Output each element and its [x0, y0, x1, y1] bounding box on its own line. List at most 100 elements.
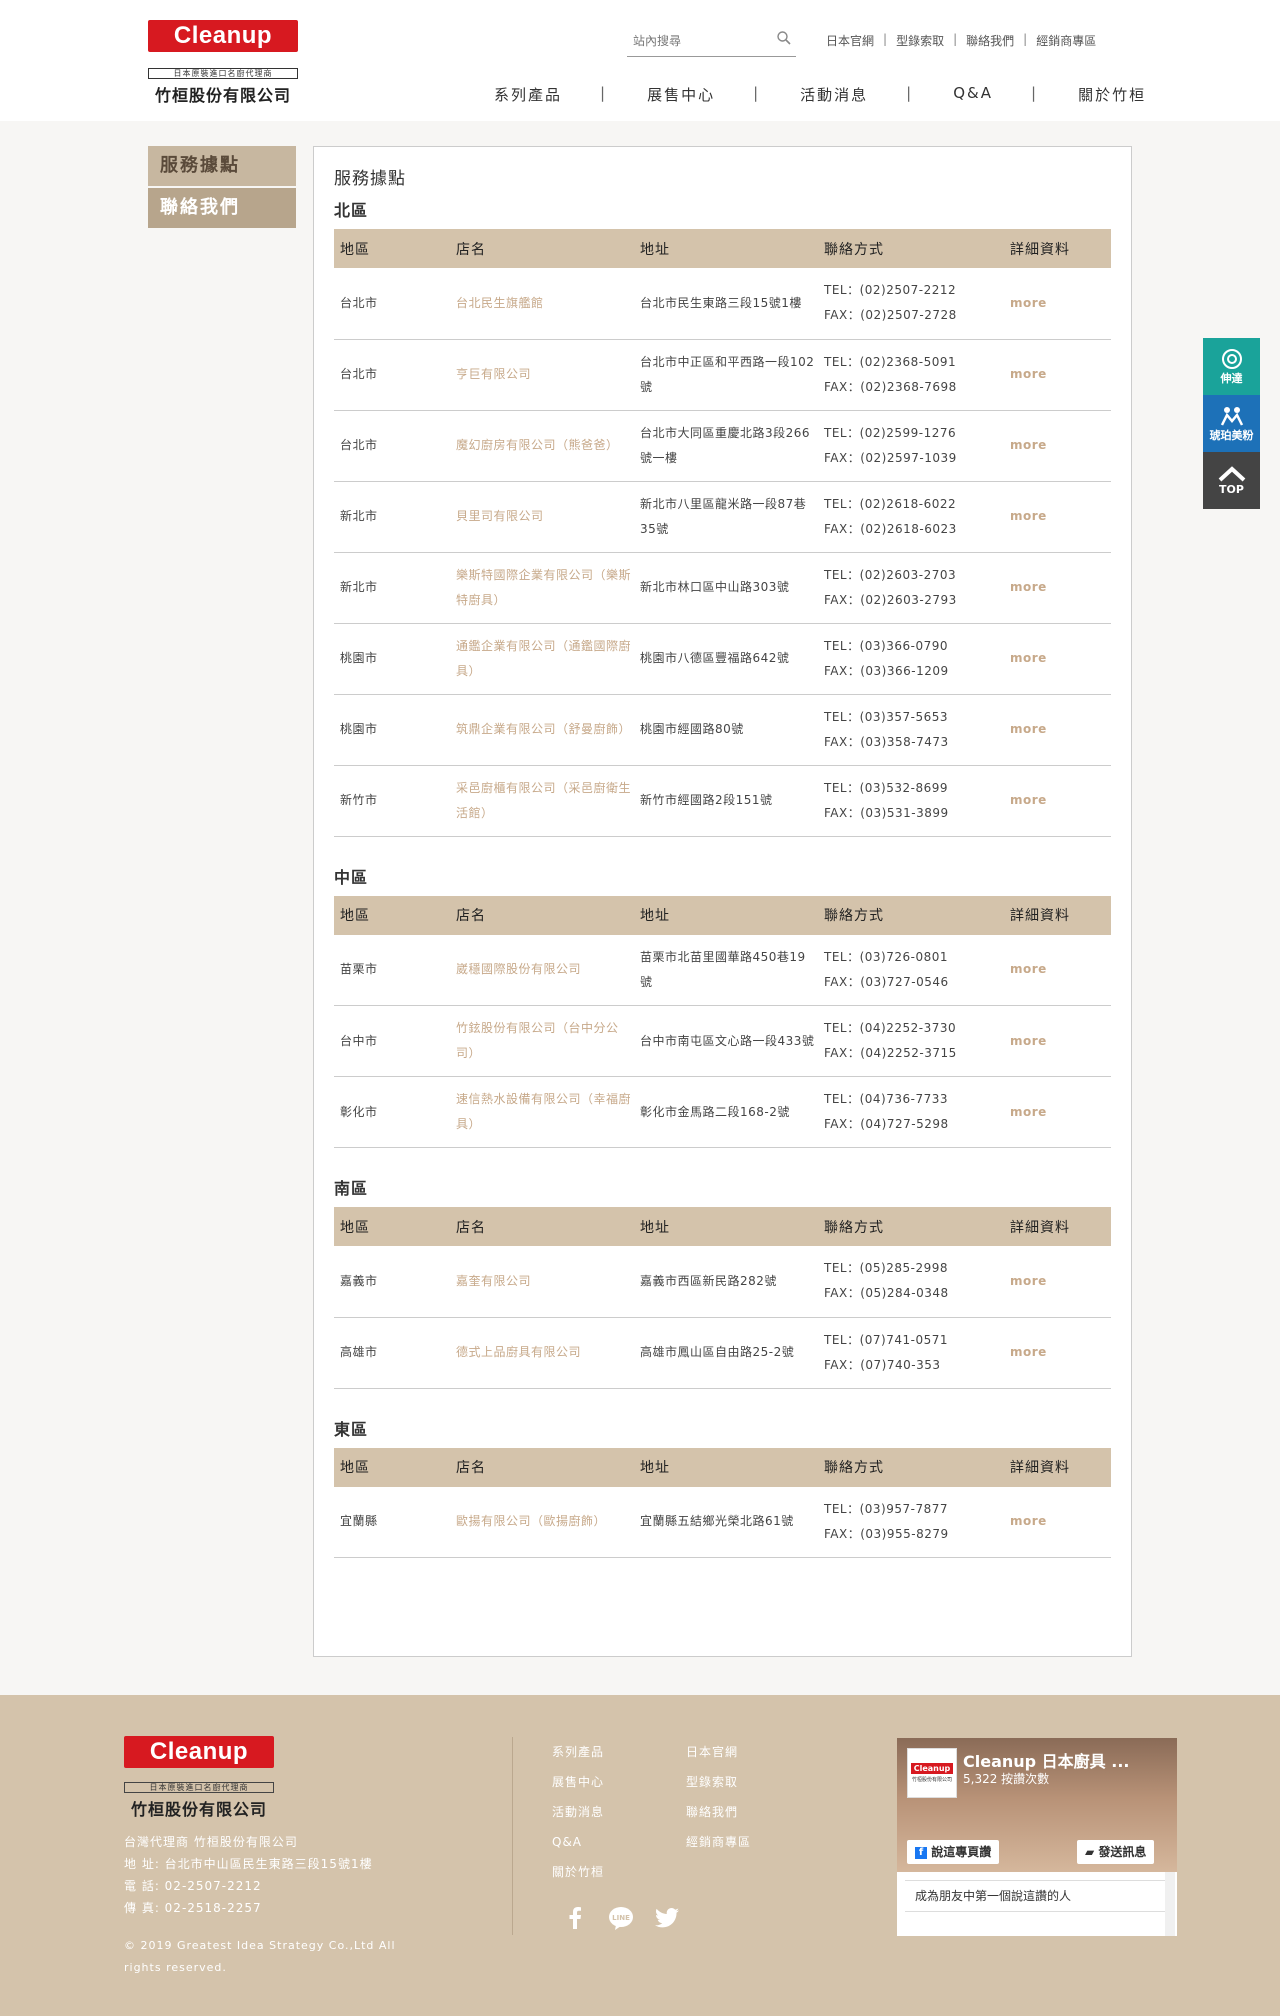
footer-link-events[interactable]: 活動消息	[552, 1797, 604, 1827]
sidemenu-service-points[interactable]: 服務據點	[148, 146, 296, 186]
region-title: 東區	[334, 1419, 369, 1439]
cell-area: 台北市	[334, 410, 450, 482]
cell-shop-link[interactable]: 魔幻廚房有限公司（熊爸爸）	[450, 410, 634, 482]
toplink-japan-site[interactable]: 日本官網	[826, 32, 874, 49]
more-link[interactable]: more	[1004, 1246, 1111, 1318]
cell-shop-link[interactable]: 亨巨有限公司	[450, 339, 634, 411]
separator: |	[753, 84, 761, 102]
more-link[interactable]: more	[1004, 410, 1111, 482]
footer-link-qa[interactable]: Q&A	[552, 1827, 604, 1857]
more-link[interactable]: more	[1004, 1486, 1111, 1558]
fb-like-button[interactable]: f 說這專頁讚	[907, 1840, 1000, 1864]
nav-products[interactable]: 系列產品	[494, 84, 562, 105]
nav-showroom[interactable]: 展售中心	[647, 84, 715, 105]
cell-shop-link[interactable]: 速信熱水設備有限公司（幸福廚具）	[450, 1076, 634, 1148]
cell-contact: TEL：(03)357-5653 FAX：(03)358-7473	[818, 694, 1004, 766]
twitter-icon[interactable]	[654, 1905, 680, 1931]
footer-link-about[interactable]: 關於竹桓	[552, 1857, 604, 1887]
back-to-top-button[interactable]: TOP	[1203, 452, 1260, 509]
floater-amber[interactable]: 琥珀美粉	[1203, 395, 1260, 452]
footer-copyright: © 2019 Greatest Idea Strategy Co.,Ltd Al…	[124, 1939, 396, 1974]
footer-link-japan-site[interactable]: 日本官網	[686, 1737, 751, 1767]
toplink-contact[interactable]: 聯絡我們	[966, 32, 1014, 49]
separator: |	[600, 84, 608, 102]
fb-page-name[interactable]: Cleanup 日本廚具 ...	[963, 1748, 1130, 1772]
more-link[interactable]: more	[1004, 1005, 1111, 1077]
nav-events[interactable]: 活動消息	[800, 84, 868, 105]
fb-scrollbar[interactable]	[1165, 1872, 1175, 1936]
cell-shop-link[interactable]: 通鑑企業有限公司（通鑑國際廚具）	[450, 623, 634, 695]
search-icon[interactable]	[776, 30, 792, 46]
cell-shop-link[interactable]: 台北民生旗艦館	[450, 268, 634, 340]
cell-area: 桃園市	[334, 694, 450, 766]
cell-address: 台北市大同區重慶北路3段266號一樓	[634, 410, 818, 482]
contact-tel: TEL：(03)532-8699	[824, 780, 949, 795]
toplink-catalog[interactable]: 型錄索取	[896, 32, 944, 49]
cell-area: 桃園市	[334, 623, 450, 695]
fb-message-button[interactable]: ▰ 發送訊息	[1077, 1840, 1155, 1864]
header-area: 地區	[334, 1207, 450, 1246]
floater-label: TOP	[1219, 483, 1244, 496]
message-icon: ▰	[1085, 1845, 1095, 1859]
more-link[interactable]: more	[1004, 934, 1111, 1006]
cell-shop-link[interactable]: 嘉奎有限公司	[450, 1246, 634, 1318]
contact-fax: FAX：(05)284-0348	[824, 1286, 949, 1301]
table-row: 彰化市 速信熱水設備有限公司（幸福廚具） 彰化市金馬路二段168-2號 TEL：(04…	[334, 1076, 1111, 1148]
table-row: 新竹市 采邑廚櫃有限公司（采邑廚衛生活館） 新竹市經國路2段151號 TEL：(03)…	[334, 765, 1111, 837]
cell-shop-link[interactable]: 歐揚有限公司（歐揚廚飾）	[450, 1486, 634, 1558]
header-address: 地址	[634, 229, 818, 268]
cell-shop-link[interactable]: 采邑廚櫃有限公司（采邑廚衛生活館）	[450, 765, 634, 837]
facebook-page-widget[interactable]: Cleanup 竹桓股份有限公司 Cleanup 日本廚具 ... 5,322 …	[897, 1738, 1177, 1936]
toplink-dealer[interactable]: 經銷商專區	[1036, 32, 1096, 49]
nav-qa[interactable]: Q&A	[953, 84, 993, 105]
header-contact: 聯絡方式	[818, 229, 1004, 268]
figures-icon	[1220, 406, 1243, 426]
more-link[interactable]: more	[1004, 481, 1111, 553]
footer-contact-info: 台灣代理商 竹桓股份有限公司 地 址: 台北市中山區民生東路三段15號1樓 電 …	[124, 1831, 373, 1919]
cell-area: 新北市	[334, 552, 450, 624]
contact-tel: TEL：(03)357-5653	[824, 709, 949, 724]
more-link[interactable]: more	[1004, 623, 1111, 695]
floater-shenda[interactable]: 伸達	[1203, 338, 1260, 395]
cell-contact: TEL：(03)957-7877 FAX：(03)955-8279	[818, 1486, 1004, 1558]
footer-link-catalog[interactable]: 型錄索取	[686, 1767, 751, 1797]
more-link[interactable]: more	[1004, 552, 1111, 624]
more-link[interactable]: more	[1004, 339, 1111, 411]
footer-link-showroom[interactable]: 展售中心	[552, 1767, 604, 1797]
footer-link-dealer[interactable]: 經銷商專區	[686, 1827, 751, 1857]
cell-shop-link[interactable]: 樂斯特國際企業有限公司（樂斯特廚具）	[450, 552, 634, 624]
footer-info-line: 地 址: 台北市中山區民生東路三段15號1樓	[124, 1857, 373, 1871]
cell-area: 彰化市	[334, 1076, 450, 1148]
sidemenu-contact[interactable]: 聯絡我們	[148, 188, 296, 228]
cell-shop-link[interactable]: 竹鉉股份有限公司（台中分公司）	[450, 1005, 634, 1077]
contact-fax: FAX：(02)2368-7698	[824, 379, 957, 394]
header-address: 地址	[634, 1447, 818, 1487]
more-link[interactable]: more	[1004, 765, 1111, 837]
cell-shop-link[interactable]: 筑鼎企業有限公司（舒曼廚飾）	[450, 694, 634, 766]
cell-shop-link[interactable]: 崴穩國際股份有限公司	[450, 934, 634, 1006]
search-input[interactable]	[627, 34, 767, 48]
more-link[interactable]: more	[1004, 1076, 1111, 1148]
contact-fax: FAX：(03)955-8279	[824, 1526, 949, 1541]
more-link[interactable]: more	[1004, 694, 1111, 766]
fb-page-avatar[interactable]: Cleanup 竹桓股份有限公司	[907, 1748, 957, 1798]
cell-address: 彰化市金馬路二段168-2號	[634, 1076, 818, 1148]
header-area: 地區	[334, 229, 450, 268]
cell-shop-link[interactable]: 德式上品廚具有限公司	[450, 1317, 634, 1389]
nav-about[interactable]: 關於竹桓	[1078, 84, 1146, 105]
facebook-icon[interactable]	[562, 1905, 588, 1931]
contact-fax: FAX：(03)531-3899	[824, 805, 949, 820]
footer-link-products[interactable]: 系列產品	[552, 1737, 604, 1767]
site-logo[interactable]: Cleanup 日本原裝進口名廚代理商 竹桓股份有限公司	[148, 20, 298, 106]
footer-link-contact[interactable]: 聯絡我們	[686, 1797, 751, 1827]
cell-contact: TEL：(04)736-7733 FAX：(04)727-5298	[818, 1076, 1004, 1148]
more-link[interactable]: more	[1004, 268, 1111, 340]
line-icon[interactable]: LINE	[608, 1905, 634, 1931]
table-header-row: 地區 店名 地址 聯絡方式 詳細資料	[334, 229, 1111, 268]
more-link[interactable]: more	[1004, 1317, 1111, 1389]
footer-logo[interactable]: Cleanup 日本原裝進口名廚代理商 竹桓股份有限公司	[124, 1736, 274, 1820]
cell-shop-link[interactable]: 貝里司有限公司	[450, 481, 634, 553]
contact-tel: TEL：(03)366-0790	[824, 638, 949, 653]
cell-contact: TEL：(03)726-0801 FAX：(03)727-0546	[818, 934, 1004, 1006]
chevron-up-icon	[1218, 466, 1245, 482]
